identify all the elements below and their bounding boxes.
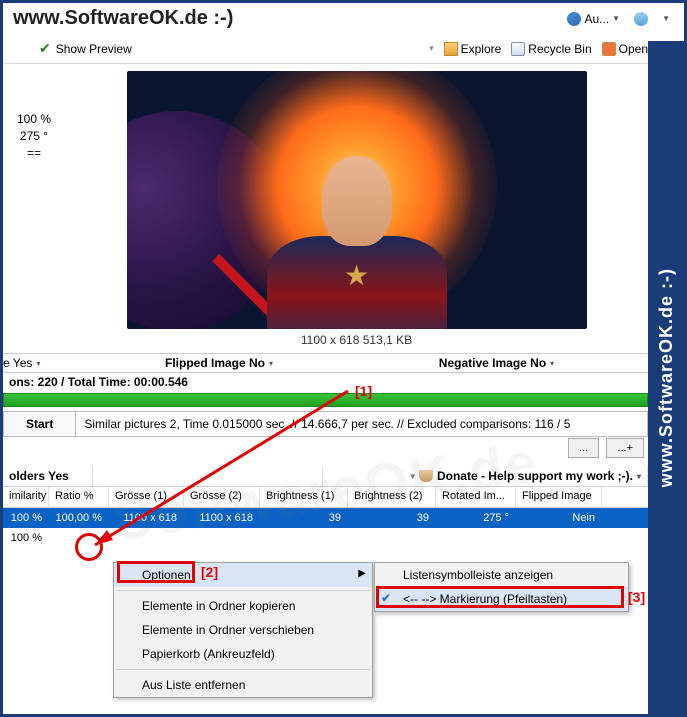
chevron-down-icon: ▾ <box>637 472 641 481</box>
explore-button[interactable]: Explore <box>444 42 502 56</box>
menu-item-optionen[interactable]: Optionen ▶ <box>114 563 372 587</box>
user-label: Au... <box>584 12 609 26</box>
filter-negative[interactable]: Negative Image No ▾ <box>353 356 648 370</box>
recycle-label: Recycle Bin <box>528 42 591 56</box>
more-plus-button[interactable]: ...+ <box>606 438 644 458</box>
status-row: Start Similar pictures 2, Time 0.015000 … <box>3 411 648 437</box>
menu-separator <box>116 590 370 591</box>
folder-icon <box>444 42 458 56</box>
context-menu: Optionen ▶ Elemente in Ordner kopieren E… <box>113 562 373 698</box>
image-info-panel: 100 % 275 ° == <box>3 71 65 347</box>
annotation-label-1: [1] <box>355 383 372 399</box>
menu-item-arrows[interactable]: ✔ <-- --> Markierung (Pfeiltasten) <box>375 587 628 611</box>
menu-item-listbar[interactable]: Listensymbolleiste anzeigen <box>375 563 628 587</box>
menu-item-copy[interactable]: Elemente in Ordner kopieren <box>114 594 372 618</box>
recycle-button[interactable]: Recycle Bin <box>511 42 591 56</box>
info-percent: 100 % <box>3 111 65 128</box>
start-button[interactable]: Start <box>4 412 76 436</box>
progress-bar <box>3 393 648 407</box>
open-button[interactable]: Open <box>602 42 648 56</box>
open-label: Open <box>619 42 648 56</box>
chevron-down-icon: ▼ <box>612 14 620 23</box>
show-preview-toggle[interactable]: ✔ Show Preview <box>39 40 132 57</box>
help-button[interactable] <box>630 10 652 28</box>
explore-label: Explore <box>461 42 502 56</box>
menu-item-remove[interactable]: Aus Liste entfernen <box>114 673 372 697</box>
context-submenu: Listensymbolleiste anzeigen ✔ <-- --> Ma… <box>374 562 629 612</box>
show-preview-label: Show Preview <box>56 42 132 56</box>
stats-text: ons: 220 / Total Time: 00:00.546 <box>3 373 648 391</box>
menu-item-trash[interactable]: Papierkorb (Ankreuzfeld) <box>114 642 372 666</box>
filter-row: e Yes ▾ Flipped Image No ▾ Negative Imag… <box>3 353 648 373</box>
check-icon: ✔ <box>381 591 391 605</box>
preview-area: 100 % 275 ° == ★ 1100 x 618 513,1 KB <box>3 71 648 347</box>
preview-toolbar: ✔ Show Preview ▾ Explore Recycle Bin Ope… <box>3 36 684 64</box>
user-dropdown[interactable]: Au... ▼ <box>563 10 624 28</box>
folders-dropdown[interactable]: olders Yes <box>3 466 93 486</box>
titlebar: www.SoftwareOK.de :-) Au... ▼ ▼ <box>3 3 684 36</box>
min-dropdown[interactable]: ▼ <box>658 12 674 25</box>
more-button[interactable]: ... <box>568 438 599 458</box>
side-brand-text: www.SoftwareOK.de :-) <box>656 268 677 487</box>
star-icon: ★ <box>344 259 369 292</box>
side-brand-label: www.SoftwareOK.de :-) <box>648 41 684 714</box>
help-icon <box>634 12 648 26</box>
globe-icon <box>567 12 581 26</box>
preview-image[interactable]: ★ <box>127 71 587 329</box>
filter-col1[interactable]: e Yes ▾ <box>3 356 93 370</box>
menu-separator <box>116 669 370 670</box>
chevron-down-icon: ▾ <box>269 359 273 368</box>
chevron-right-icon: ▶ <box>358 568 366 579</box>
th-similarity[interactable]: imilarity <box>3 487 49 507</box>
separator-icon: ▾ <box>429 43 434 54</box>
annotation-label-3: [3] <box>628 589 645 605</box>
info-eq: == <box>3 145 65 162</box>
menu-item-move[interactable]: Elemente in Ordner verschieben <box>114 618 372 642</box>
table-row[interactable]: 100 % <box>3 528 648 548</box>
info-degrees: 275 ° <box>3 128 65 145</box>
chevron-down-icon: ▼ <box>662 14 670 23</box>
chevron-down-icon: ▾ <box>550 359 554 368</box>
recycle-bin-icon <box>511 42 525 56</box>
chevron-down-icon: ▾ <box>36 359 40 368</box>
open-icon <box>602 42 616 56</box>
app-title: www.SoftwareOK.de :-) <box>13 7 233 30</box>
status-text: Similar pictures 2, Time 0.015000 sec. /… <box>76 412 647 436</box>
image-caption: 1100 x 618 513,1 KB <box>301 333 412 347</box>
annotation-label-2: [2] <box>201 564 218 580</box>
th-ratio[interactable]: Ratio % <box>49 487 109 507</box>
filter-flipped[interactable]: Flipped Image No ▾ <box>93 356 353 370</box>
coffee-cup-icon <box>419 470 433 482</box>
check-icon: ✔ <box>39 40 51 57</box>
